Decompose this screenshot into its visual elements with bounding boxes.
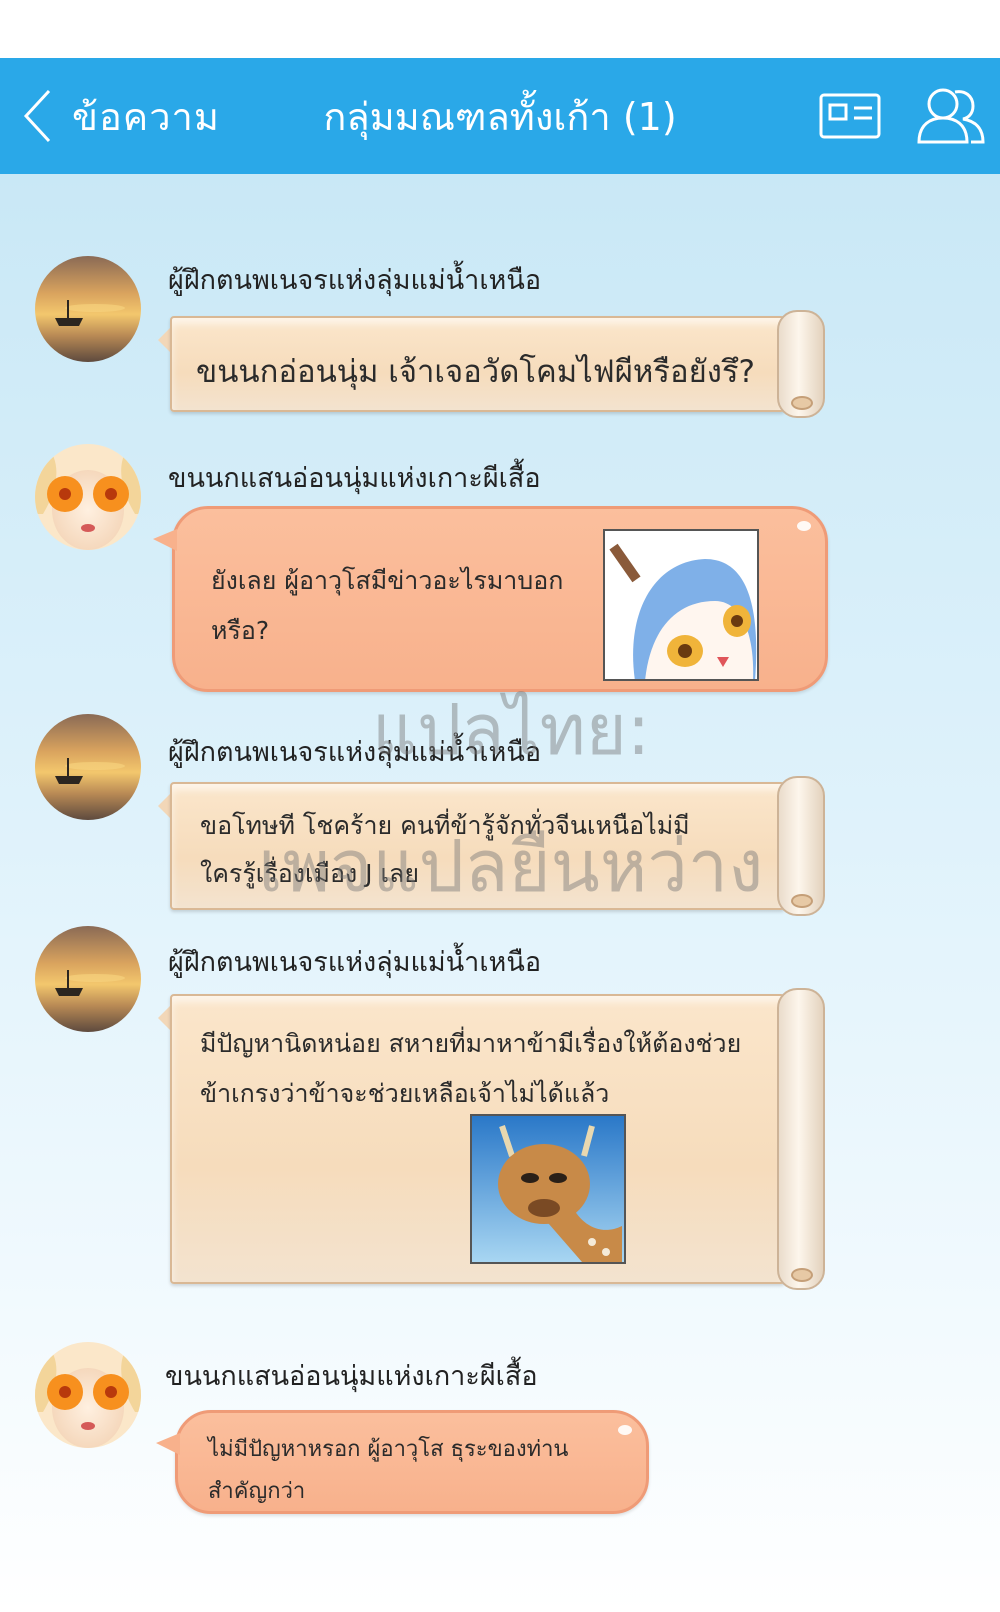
message-bubble[interactable]: ขอโทษที โชคร้าย คนที่ข้ารู้จักทั่วจีนเหน… — [158, 776, 825, 916]
message-text: ขอโทษที โชคร้าย คนที่ข้ารู้จักทั่วจีนเหน… — [200, 811, 690, 840]
header-bar: ข้อความ กลุ่มมณฑลทั้งเก้า (1) — [0, 58, 1000, 174]
avatar[interactable] — [35, 714, 141, 820]
id-card-icon — [819, 93, 881, 139]
message-text: สำคัญกว่า — [208, 1479, 306, 1504]
flower-eyes-avatar-icon — [35, 1342, 141, 1448]
lake-sunset-avatar-icon — [35, 926, 141, 1032]
back-button[interactable]: ข้อความ — [22, 84, 220, 148]
sender-name: ผู้ฝึกตนพเนจรแห่งลุ่มแม่น้ำเหนือ — [168, 265, 542, 296]
message-text: ยังเลย ผู้อาวุโสมีข่าวอะไรมาบอก — [211, 566, 564, 595]
sender-name: ขนนกแสนอ่อนนุ่มแห่งเกาะผีเสื้อ — [168, 463, 541, 494]
group-members-button[interactable] — [915, 84, 987, 146]
sender-name: ผู้ฝึกตนพเนจรแห่งลุ่มแม่น้ำเหนือ — [168, 737, 542, 768]
chevron-left-icon — [23, 89, 51, 143]
sticker-image[interactable] — [603, 529, 759, 681]
message-bubble[interactable]: ขนนกอ่อนนุ่ม เจ้าเจอวัดโคมไฟผีหรือยังรึ? — [158, 310, 825, 418]
message-text: มีปัญหานิดหน่อย สหายที่มาหาข้ามีเรื่องให… — [200, 1029, 742, 1058]
avatar[interactable] — [35, 256, 141, 362]
people-icon — [917, 88, 985, 144]
chat-screen: ข้อความ กลุ่มมณฑลทั้งเก้า (1) ผู้ฝึกตนพเ… — [0, 0, 1000, 1612]
message-text: ไม่มีปัญหาหรอก ผู้อาวุโส ธุระของท่าน — [208, 1437, 569, 1462]
message-text: หรือ? — [211, 616, 270, 645]
chat-title: กลุ่มมณฑลทั้งเก้า (1) — [323, 94, 677, 139]
lake-sunset-avatar-icon — [35, 256, 141, 362]
avatar[interactable] — [35, 926, 141, 1032]
flower-eyes-avatar-icon — [35, 444, 141, 550]
sticker-image[interactable] — [470, 1114, 626, 1264]
avatar[interactable] — [35, 444, 141, 550]
message-bubble[interactable]: มีปัญหานิดหน่อย สหายที่มาหาข้ามีเรื่องให… — [158, 988, 825, 1290]
chibi-girl-sticker-icon — [605, 531, 757, 679]
message-bubble[interactable]: ยังเลย ผู้อาวุโสมีข่าวอะไรมาบอก หรือ? — [153, 506, 828, 692]
message-text: ข้าเกรงว่าข้าจะช่วยเหลือเจ้าไม่ได้แล้ว — [200, 1079, 610, 1108]
group-card-button[interactable] — [818, 92, 882, 140]
message-text: ขนนกอ่อนนุ่ม เจ้าเจอวัดโคมไฟผีหรือยังรึ? — [196, 354, 755, 390]
message-bubble[interactable]: ไม่มีปัญหาหรอก ผู้อาวุโส ธุระของท่าน สำค… — [156, 1410, 649, 1514]
back-label: ข้อความ — [72, 94, 220, 139]
avatar[interactable] — [35, 1342, 141, 1448]
sad-deer-sticker-icon — [472, 1116, 624, 1262]
sender-name: ขนนกแสนอ่อนนุ่มแห่งเกาะผีเสื้อ — [165, 1361, 538, 1392]
lake-sunset-avatar-icon — [35, 714, 141, 820]
message-text: ใครรู้เรื่องเมือง J เลย — [200, 859, 420, 888]
sender-name: ผู้ฝึกตนพเนจรแห่งลุ่มแม่น้ำเหนือ — [168, 947, 542, 978]
chat-area[interactable]: ผู้ฝึกตนพเนจรแห่งลุ่มแม่น้ำเหนือ ขนนกอ่อ… — [0, 174, 1000, 1612]
